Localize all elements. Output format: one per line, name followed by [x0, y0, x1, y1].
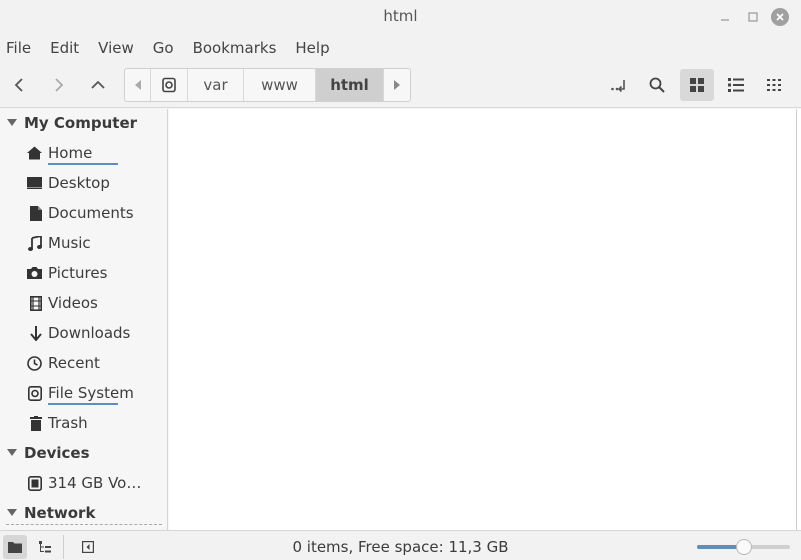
sidebar-item-label: Music	[48, 234, 91, 252]
sidebar-item-videos[interactable]: Videos	[0, 289, 167, 317]
grid-view-icon	[690, 78, 704, 92]
maximize-button[interactable]	[743, 7, 763, 27]
trash-icon	[0, 415, 48, 431]
expander-icon	[0, 119, 24, 127]
sidebar-item-documents[interactable]: Documents	[0, 199, 167, 227]
divider	[6, 524, 162, 525]
search-icon	[649, 77, 665, 93]
menu-bookmarks[interactable]: Bookmarks	[193, 39, 277, 57]
icon-view-button[interactable]	[680, 69, 714, 101]
menu-bar: File Edit View Go Bookmarks Help	[0, 34, 801, 62]
section-my-computer[interactable]: My Computer	[0, 109, 167, 137]
breadcrumb-root[interactable]	[151, 69, 188, 101]
up-button[interactable]	[82, 70, 114, 100]
menu-go[interactable]: Go	[153, 39, 174, 57]
sidebar-item-music[interactable]: Music	[0, 229, 167, 257]
section-title: Devices	[24, 444, 90, 462]
sidebar-item-trash[interactable]: Trash	[0, 409, 167, 437]
list-view-icon	[728, 78, 744, 92]
sidebar-item-desktop[interactable]: Desktop	[0, 169, 167, 197]
section-title: Network	[24, 504, 96, 522]
downloads-icon	[0, 325, 48, 341]
sidebar-item-label: Downloads	[48, 324, 131, 342]
pictures-icon	[0, 267, 48, 279]
sidebar-item-file-system[interactable]: File System	[0, 379, 167, 407]
sidebar-item-pictures[interactable]: Pictures	[0, 259, 167, 287]
status-text: 0 items, Free space: 11,3 GB	[292, 538, 509, 556]
menu-help[interactable]: Help	[295, 39, 329, 57]
compact-view-button[interactable]	[758, 70, 790, 100]
sidebar-item-label: 314 GB Vo…	[48, 474, 142, 492]
back-arrow-icon	[14, 78, 23, 92]
file-system-icon	[0, 385, 48, 401]
forward-arrow-icon	[55, 78, 64, 92]
caret-right-icon	[394, 80, 400, 90]
up-arrow-icon	[91, 80, 105, 89]
breadcrumb-segment[interactable]: www	[244, 69, 316, 101]
menu-file[interactable]: File	[6, 39, 31, 57]
recent-icon	[0, 355, 48, 371]
breadcrumb-segment-current[interactable]: html	[316, 69, 384, 101]
home-icon	[0, 146, 48, 160]
sidebar-item-label: Documents	[48, 204, 134, 222]
expander-icon	[0, 509, 24, 517]
sidebar-item-home[interactable]: Home	[0, 139, 167, 167]
window-edge	[796, 109, 801, 530]
sidebar-item-label: Recent	[48, 354, 100, 372]
zoom-slider[interactable]	[697, 539, 790, 555]
desktop-icon	[0, 177, 48, 189]
close-button[interactable]	[770, 7, 790, 27]
places-sidebar: My Computer Home Desktop Documents Music…	[0, 109, 168, 530]
breadcrumb-scroll-right[interactable]	[384, 69, 410, 101]
music-icon	[0, 235, 48, 251]
drive-root-icon	[162, 77, 176, 93]
menu-edit[interactable]: Edit	[50, 39, 79, 57]
zoom-slider-handle[interactable]	[735, 539, 752, 555]
toggle-location-entry-button[interactable]	[603, 70, 635, 100]
search-button[interactable]	[641, 70, 673, 100]
sidebar-item-label: Pictures	[48, 264, 108, 282]
breadcrumb-segment[interactable]: var	[188, 69, 244, 101]
close-icon	[776, 13, 784, 21]
section-devices[interactable]: Devices	[0, 439, 167, 467]
documents-icon	[0, 205, 48, 221]
section-title: My Computer	[24, 114, 138, 132]
videos-icon	[0, 295, 48, 311]
file-manager-window: html File Edit View Go Bookmarks Help va…	[0, 0, 801, 560]
title-bar[interactable]: html	[0, 0, 801, 34]
compact-view-icon	[767, 79, 781, 91]
sidebar-item-recent[interactable]: Recent	[0, 349, 167, 377]
sidebar-item-label: Desktop	[48, 174, 110, 192]
toolbar: var www html	[0, 62, 801, 108]
sidebar-item-label: Videos	[48, 294, 98, 312]
breadcrumb-scroll-left[interactable]	[125, 69, 151, 101]
sidebar-item-volume[interactable]: 314 GB Vo…	[0, 469, 167, 497]
breadcrumb: var www html	[124, 68, 411, 102]
expander-icon	[0, 449, 24, 457]
menu-view[interactable]: View	[98, 39, 134, 57]
minimize-button[interactable]	[715, 7, 735, 27]
maximize-icon	[748, 12, 758, 22]
sidebar-item-downloads[interactable]: Downloads	[0, 319, 167, 347]
forward-button[interactable]	[42, 70, 74, 100]
drive-icon	[0, 475, 48, 491]
status-bar: 0 items, Free space: 11,3 GB	[0, 530, 801, 560]
caret-left-icon	[134, 80, 141, 90]
sidebar-item-label: Trash	[48, 414, 88, 432]
minimize-icon	[721, 19, 729, 21]
location-entry-icon	[611, 80, 625, 93]
back-button[interactable]	[4, 70, 36, 100]
file-view-area[interactable]	[169, 109, 801, 530]
list-view-button[interactable]	[720, 70, 752, 100]
sidebar-item-label: Home	[48, 144, 118, 165]
window-title: html	[383, 7, 418, 25]
sidebar-item-label: File System	[48, 384, 134, 405]
section-network[interactable]: Network	[0, 499, 167, 527]
